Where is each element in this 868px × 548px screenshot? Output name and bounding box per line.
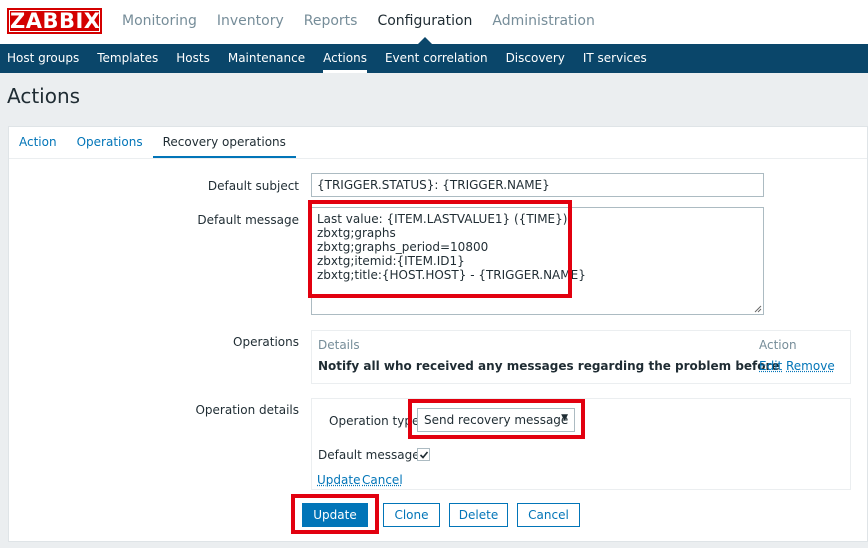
operation-details-label: Operation details: [195, 403, 299, 417]
cancel-button[interactable]: Cancel: [517, 503, 580, 527]
tabs-divider: [9, 158, 867, 159]
top-bar: ZABBIX Monitoring Inventory Reports Conf…: [0, 0, 868, 44]
default-subject-label: Default subject: [207, 179, 299, 193]
edit-operation-link[interactable]: Edit: [759, 359, 782, 373]
default-message-check-label: Default message: [318, 448, 420, 462]
default-subject-input[interactable]: {TRIGGER.STATUS}: {TRIGGER.NAME}: [311, 173, 764, 197]
submenu-discovery[interactable]: Discovery: [497, 44, 574, 73]
logo-text: ZABBIX: [9, 9, 101, 33]
submenu-host-groups[interactable]: Host groups: [0, 44, 88, 73]
operation-update-link[interactable]: Update: [317, 473, 360, 487]
operations-table: Details Action Notify all who received a…: [311, 330, 851, 384]
tab-operations[interactable]: Operations: [67, 127, 153, 158]
tab-action[interactable]: Action: [9, 127, 67, 158]
operation-details-text: Notify all who received any messages reg…: [318, 359, 780, 373]
submenu-maintenance[interactable]: Maintenance: [219, 44, 314, 73]
menu-monitoring[interactable]: Monitoring: [112, 0, 207, 44]
col-details-header: Details: [318, 338, 360, 352]
zabbix-logo[interactable]: ZABBIX: [7, 8, 102, 34]
update-highlight-box: [291, 494, 379, 534]
operation-type-highlight-box: [408, 399, 585, 439]
submenu-event-correlation[interactable]: Event correlation: [376, 44, 497, 73]
operation-cancel-link[interactable]: Cancel: [362, 473, 403, 487]
remove-operation-link[interactable]: Remove: [786, 359, 835, 373]
default-message-checkbox[interactable]: [417, 448, 430, 461]
action-form-panel: Action Operations Recovery operations De…: [8, 126, 868, 542]
delete-button[interactable]: Delete: [449, 503, 508, 527]
menu-inventory[interactable]: Inventory: [207, 0, 294, 44]
operations-label: Operations: [233, 335, 299, 349]
page-title: Actions: [7, 84, 81, 108]
submenu-actions[interactable]: Actions: [314, 44, 376, 73]
sub-menu: Host groups Templates Hosts Maintenance …: [0, 44, 868, 73]
main-menu: Monitoring Inventory Reports Configurati…: [112, 0, 605, 44]
default-message-label: Default message: [197, 213, 299, 227]
submenu-it-services[interactable]: IT services: [574, 44, 656, 73]
submenu-templates[interactable]: Templates: [88, 44, 167, 73]
col-action-header: Action: [759, 338, 797, 352]
menu-reports[interactable]: Reports: [294, 0, 368, 44]
submenu-hosts[interactable]: Hosts: [167, 44, 219, 73]
form-tabs: Action Operations Recovery operations: [9, 127, 296, 158]
operation-type-label: Operation type: [329, 414, 420, 428]
resize-grip-icon[interactable]: [754, 305, 762, 313]
message-highlight-box: [308, 200, 572, 298]
checkmark-icon: [419, 451, 429, 459]
clone-button[interactable]: Clone: [383, 503, 440, 527]
menu-administration[interactable]: Administration: [482, 0, 604, 44]
tab-recovery-operations[interactable]: Recovery operations: [152, 127, 296, 158]
menu-configuration[interactable]: Configuration: [367, 0, 482, 44]
